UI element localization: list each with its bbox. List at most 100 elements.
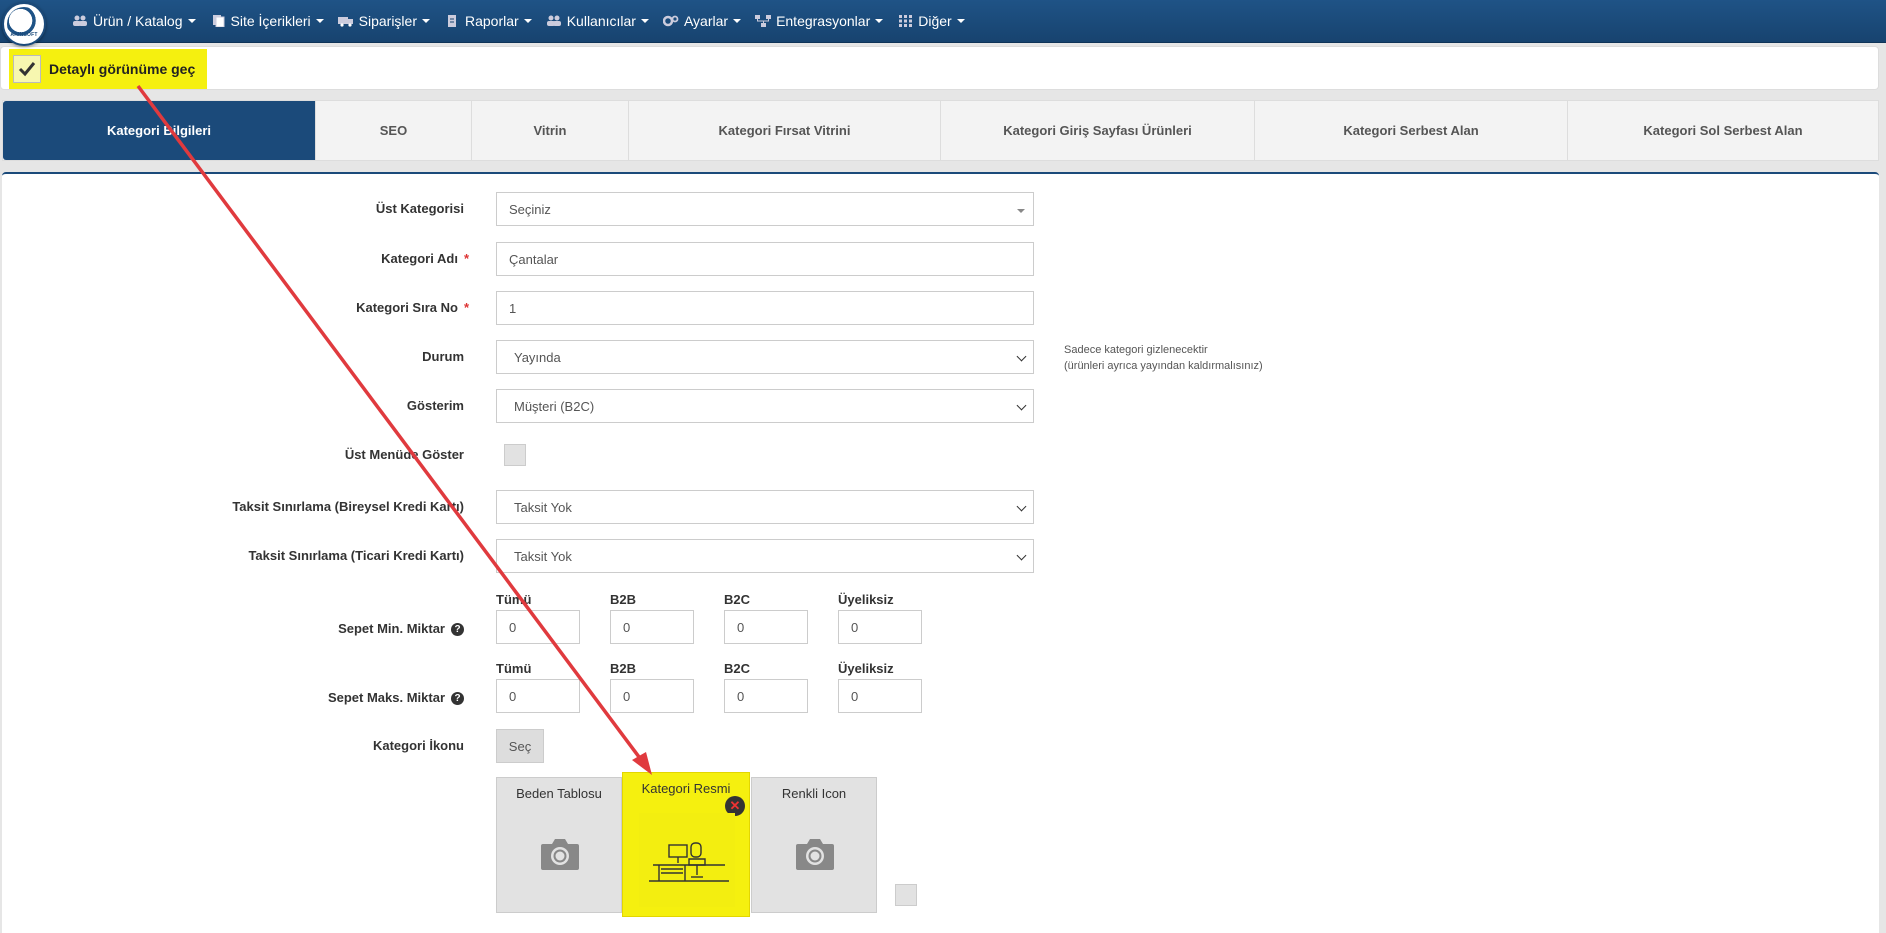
nav-item-site-icerikleri[interactable]: Site İçerikleri <box>210 13 324 29</box>
nav-item-label: Diğer <box>918 13 952 29</box>
cart-min-all: Tümü 0 <box>496 592 580 644</box>
sitemap-icon <box>755 15 772 27</box>
column-head: B2B <box>610 661 637 676</box>
chevron-down-icon <box>1016 400 1027 411</box>
cart-max-b2c: B2C 0 <box>724 661 808 713</box>
column-head: Üyeliksiz <box>838 592 894 607</box>
required-mark: * <box>463 251 469 266</box>
nav-item-raporlar[interactable]: Raporlar <box>444 13 532 29</box>
form-row-show-in-top-menu: Üst Menüde Göster <box>2 438 1879 472</box>
nav-menu: Ürün / Katalog Site İçerikleri Siparişle… <box>72 0 979 43</box>
column-head: Üyeliksiz <box>838 661 894 676</box>
category-name-value: Çantalar <box>509 251 559 267</box>
parent-category-select[interactable]: Seçiniz <box>496 192 1034 226</box>
document-icon <box>448 15 456 27</box>
display-select[interactable]: Müşteri (B2C) <box>496 389 1034 423</box>
logo-emblem: AKINSOFT <box>7 7 41 41</box>
image-card-title: Kategori Resmi <box>641 781 731 796</box>
detail-view-bar: Detaylı görünüme geç <box>0 46 1879 90</box>
tab-seo[interactable]: SEO <box>316 101 472 160</box>
help-circle-icon[interactable]: ? <box>451 623 464 637</box>
form-row-status: Durum Yayında Sadece kategori gizlenecek… <box>2 340 1879 374</box>
required-mark: * <box>463 300 469 315</box>
cart-max-label: Sepet Maks. Miktar? <box>328 681 464 715</box>
nav-item-label: Site İçerikleri <box>230 13 311 29</box>
nav-item-ayarlar[interactable]: Ayarlar <box>662 13 742 29</box>
caret-down-icon <box>422 19 430 23</box>
users-icon <box>546 15 561 26</box>
cart-max-all-input[interactable]: 0 <box>496 679 580 713</box>
cart-max-b2b-input[interactable]: 0 <box>610 679 694 713</box>
camera-icon <box>541 839 579 870</box>
installment-personal-select[interactable]: Taksit Yok <box>496 490 1034 524</box>
column-head: Tümü <box>496 592 532 607</box>
order-no-input[interactable]: 1 <box>496 291 1034 325</box>
status-value: Yayında <box>514 349 561 365</box>
detail-view-toggle[interactable]: Detaylı görünüme geç <box>9 49 207 89</box>
select-icon-button[interactable]: Seç <box>496 729 544 763</box>
nav-item-kullanicilar[interactable]: Kullanıcılar <box>546 13 649 29</box>
show-in-top-menu-checkbox[interactable] <box>504 444 526 466</box>
installment-business-select[interactable]: Taksit Yok <box>496 539 1034 573</box>
input-value: 0 <box>623 688 631 704</box>
checkmark-icon <box>18 62 36 77</box>
category-tabs: Kategori Bilgileri SEO Vitrin Kategori F… <box>2 100 1879 161</box>
cart-min-guest-input[interactable]: 0 <box>838 610 922 644</box>
category-name-input[interactable]: Çantalar <box>496 242 1034 276</box>
nav-item-entegrasyonlar[interactable]: Entegrasyonlar <box>755 13 884 29</box>
tab-vitrin[interactable]: Vitrin <box>472 101 629 160</box>
caret-down-icon <box>1017 209 1025 213</box>
form-row-parent-category: Üst Kategorisi Seçiniz <box>2 192 1879 226</box>
nav-item-label: Ürün / Katalog <box>93 13 183 29</box>
installment-personal-label: Taksit Sınırlama (Bireysel Kredi Kartı) <box>232 499 464 514</box>
cart-max-b2b: B2B 0 <box>610 661 694 713</box>
truck-icon <box>337 17 353 27</box>
status-help-text: Sadece kategori gizlenecektir (ürünleri … <box>1064 342 1263 374</box>
nav-item-diger[interactable]: Diğer <box>897 13 965 29</box>
cart-max-guest-input[interactable]: 0 <box>838 679 922 713</box>
image-card-kategori-resmi[interactable]: Kategori Resmi ✕ <box>622 772 750 917</box>
cart-min-b2b-input[interactable]: 0 <box>610 610 694 644</box>
image-card-renkli-icon[interactable]: Renkli Icon <box>751 777 877 913</box>
nav-item-label: Siparişler <box>358 13 417 29</box>
caret-down-icon <box>956 19 965 23</box>
cart-max-guest: Üyeliksiz 0 <box>838 661 922 713</box>
cart-max-b2c-input[interactable]: 0 <box>724 679 808 713</box>
parent-category-label: Üst Kategorisi <box>375 201 464 216</box>
cart-min-label: Sepet Min. Miktar? <box>338 612 464 646</box>
cart-min-all-input[interactable]: 0 <box>496 610 580 644</box>
order-no-value: 1 <box>509 300 517 316</box>
detail-view-checkbox[interactable] <box>13 55 41 83</box>
installment-business-value: Taksit Yok <box>514 548 572 564</box>
image-extra-checkbox[interactable] <box>895 884 917 906</box>
form-row-cart-min: Sepet Min. Miktar? Tümü 0 B2B 0 B2C 0 Üyeli… <box>2 592 1879 648</box>
users-icon <box>73 15 87 26</box>
image-card-beden-tablosu[interactable]: Beden Tablosu <box>496 777 622 913</box>
tab-kategori-giris-sayfasi-urunleri[interactable]: Kategori Giriş Sayfası Ürünleri <box>941 101 1255 160</box>
chevron-down-icon <box>1016 501 1027 512</box>
form-row-order-no: Kategori Sıra No * 1 <box>2 291 1879 325</box>
nav-item-siparisler[interactable]: Siparişler <box>337 13 430 29</box>
copy-icon <box>212 15 224 27</box>
input-value: 0 <box>509 619 517 635</box>
input-value: 0 <box>851 619 859 635</box>
category-form-panel: Üst Kategorisi Seçiniz Kategori Adı * Çan… <box>2 172 1879 933</box>
form-row-installment-personal: Taksit Sınırlama (Bireysel Kredi Kartı) … <box>2 490 1879 524</box>
status-select[interactable]: Yayında <box>496 340 1034 374</box>
tab-kategori-firsat-vitrini[interactable]: Kategori Fırsat Vitrini <box>629 101 941 160</box>
help-circle-icon[interactable]: ? <box>451 692 464 706</box>
tab-kategori-serbest-alan[interactable]: Kategori Serbest Alan <box>1255 101 1568 160</box>
tab-kategori-bilgileri[interactable]: Kategori Bilgileri <box>3 101 316 160</box>
gears-icon <box>662 15 679 27</box>
tab-kategori-sol-serbest-alan[interactable]: Kategori Sol Serbest Alan <box>1568 101 1878 160</box>
column-head: B2B <box>610 592 637 607</box>
show-in-top-menu-label: Üst Menüde Göster <box>344 447 464 462</box>
brand-logo[interactable]: AKINSOFT <box>2 2 46 46</box>
category-icon-label: Kategori İkonu <box>372 738 464 753</box>
chevron-down-icon <box>1016 550 1027 561</box>
caret-down-icon <box>523 19 532 23</box>
nav-item-urun-katalog[interactable]: Ürün / Katalog <box>72 13 196 29</box>
caret-down-icon <box>187 19 196 23</box>
cart-min-b2c-input[interactable]: 0 <box>724 610 808 644</box>
grid-icon <box>899 15 913 27</box>
